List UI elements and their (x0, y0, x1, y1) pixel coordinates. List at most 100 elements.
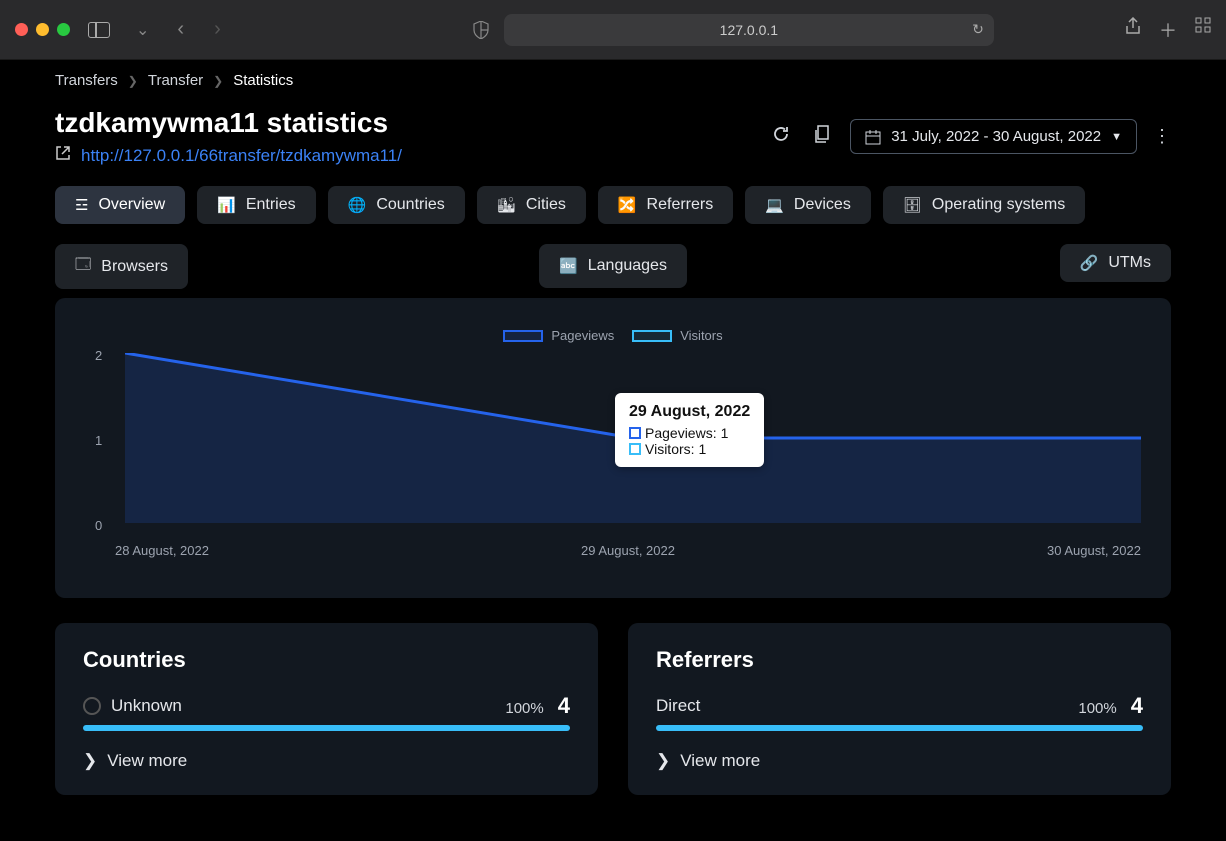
tooltip-title: 29 August, 2022 (629, 403, 750, 421)
link-icon: 🔗 (1080, 254, 1099, 272)
caret-down-icon: ▼ (1111, 131, 1122, 143)
page-url-link[interactable]: http://127.0.0.1/66transfer/tzdkamywma11… (81, 146, 402, 166)
address-bar[interactable]: 127.0.0.1 ↻ (504, 14, 994, 46)
legend-swatch-icon (632, 330, 672, 342)
tab-referrers[interactable]: 🔀 Referrers (598, 186, 733, 224)
tab-label: Browsers (101, 258, 168, 276)
privacy-shield-icon (473, 21, 489, 39)
breadcrumb-item[interactable]: Transfers (55, 72, 118, 89)
tab-label: Entries (246, 196, 296, 214)
back-button[interactable]: ‹ (167, 16, 194, 43)
language-icon: 🔤 (559, 257, 578, 275)
view-more-label: View more (107, 751, 187, 771)
date-range-picker[interactable]: 31 July, 2022 - 30 August, 2022 ▼ (850, 119, 1137, 154)
sidebar-dropdown-button[interactable]: ⌄ (128, 16, 157, 44)
bar-label-text: Direct (656, 696, 700, 716)
countries-panel: Countries Unknown 100%4 ❯View more (55, 623, 598, 795)
x-axis-tick: 29 August, 2022 (581, 543, 675, 558)
tooltip-swatch-icon (629, 443, 641, 455)
bar-value: 4 (558, 693, 570, 719)
new-tab-icon[interactable]: ＋ (1159, 17, 1177, 43)
bar-label-text: Unknown (111, 696, 182, 716)
tab-label: Languages (588, 257, 667, 275)
tab-label: Devices (794, 196, 851, 214)
view-more-button[interactable]: ❯View more (656, 751, 1143, 771)
y-axis-tick: 0 (95, 518, 102, 533)
tab-label: Referrers (647, 196, 714, 214)
y-axis-tick: 1 (95, 433, 102, 448)
more-options-button[interactable]: ⋮ (1153, 126, 1171, 147)
chart-tooltip: 29 August, 2022 Pageviews: 1 Visitors: 1 (615, 393, 764, 467)
panel-bar-row: Unknown 100% 4 (83, 693, 570, 719)
panels-row: Countries Unknown 100%4 ❯View more Refer… (55, 623, 1171, 795)
chevron-right-icon: ❯ (83, 751, 97, 771)
tab-label: Countries (376, 196, 444, 214)
close-window-button[interactable] (15, 23, 28, 36)
breadcrumb-item[interactable]: Transfer (148, 72, 203, 89)
address-bar-text: 127.0.0.1 (720, 22, 778, 38)
tabs-bar: ☲Overview 📊 Entries 🌐 Countries 🏙Cities 🔀 R… (55, 186, 1171, 224)
chevron-right-icon: ❯ (128, 74, 138, 88)
bar-percentage: 100% (505, 700, 543, 717)
tab-label: Operating systems (932, 196, 1065, 214)
window-icon: 🗔 (75, 254, 91, 279)
page-title: tzdkamywma11 statistics (55, 107, 402, 139)
progress-bar (83, 725, 570, 731)
breadcrumb-item-current: Statistics (233, 72, 293, 89)
tab-browsers[interactable]: 🗔 Browsers (55, 244, 188, 289)
referrers-panel: Referrers Direct 100% 4 ❯View more (628, 623, 1171, 795)
shuffle-icon: 🔀 (618, 196, 637, 214)
y-axis-tick: 2 (95, 348, 102, 363)
view-more-button[interactable]: ❯ View more (83, 751, 570, 771)
minimize-window-button[interactable] (36, 23, 49, 36)
chrome-right-controls: ＋ (1125, 17, 1211, 43)
tab-overview-icon[interactable] (1195, 17, 1211, 43)
copy-button[interactable] (810, 121, 834, 152)
tab-utms[interactable]: 🔗 UTMs (1060, 244, 1171, 282)
legend-item-visitors[interactable]: Visitors (632, 328, 722, 343)
date-range-label: 31 July, 2022 - 30 August, 2022 (891, 128, 1101, 145)
reload-icon[interactable]: ↻ (972, 21, 984, 38)
legend-label: Pageviews (551, 328, 614, 343)
tooltip-swatch-icon (629, 427, 641, 439)
refresh-button[interactable] (768, 121, 794, 152)
forward-button[interactable]: › (204, 16, 231, 43)
tooltip-label: Pageviews: (645, 425, 717, 441)
page-header: tzdkamywma11 statistics http://127.0.0.1… (55, 107, 1171, 166)
tab-entries[interactable]: 📊 Entries (197, 186, 315, 224)
tab-overview[interactable]: ☲Overview (55, 186, 185, 224)
calendar-icon (865, 129, 881, 145)
tab-cities[interactable]: 🏙Cities (477, 186, 586, 224)
laptop-icon: 💻 (765, 196, 784, 214)
chevron-right-icon: ❯ (213, 74, 223, 88)
tab-languages[interactable]: 🔤 Languages (539, 244, 687, 288)
traffic-lights (15, 23, 70, 36)
tab-os[interactable]: 🗄 Operating systems (883, 186, 1085, 224)
share-icon[interactable] (1125, 17, 1141, 43)
progress-bar (656, 725, 1143, 731)
chart-card: Pageviews Visitors 2 1 0 28 August, 2022… (55, 298, 1171, 598)
globe-icon: 🌐 (348, 196, 367, 214)
bar-value: 4 (1131, 693, 1143, 719)
bar-chart-icon: 📊 (217, 196, 236, 214)
view-more-label: View more (680, 751, 760, 771)
bar-percentage: 100% (1078, 700, 1116, 717)
browser-chrome: ⌄ ‹ › 127.0.0.1 ↻ ＋ (0, 0, 1226, 60)
tab-label: UTMs (1108, 254, 1151, 272)
tooltip-label: Visitors: (645, 441, 695, 457)
tab-devices[interactable]: 💻 Devices (745, 186, 871, 224)
chart-legend: Pageviews Visitors (85, 328, 1141, 343)
external-link-icon[interactable] (55, 145, 71, 166)
sidebar-toggle-button[interactable] (80, 18, 118, 42)
tab-countries[interactable]: 🌐 Countries (328, 186, 465, 224)
panel-title: Referrers (656, 647, 1143, 673)
x-axis-tick: 30 August, 2022 (1047, 543, 1141, 558)
legend-label: Visitors (680, 328, 722, 343)
legend-swatch-icon (503, 330, 543, 342)
tab-label: Overview (98, 196, 165, 214)
legend-item-pageviews[interactable]: Pageviews (503, 328, 614, 343)
unknown-country-icon (83, 697, 101, 715)
city-icon: 🏙 (497, 196, 516, 214)
maximize-window-button[interactable] (57, 23, 70, 36)
server-icon: 🗄 (903, 196, 922, 214)
